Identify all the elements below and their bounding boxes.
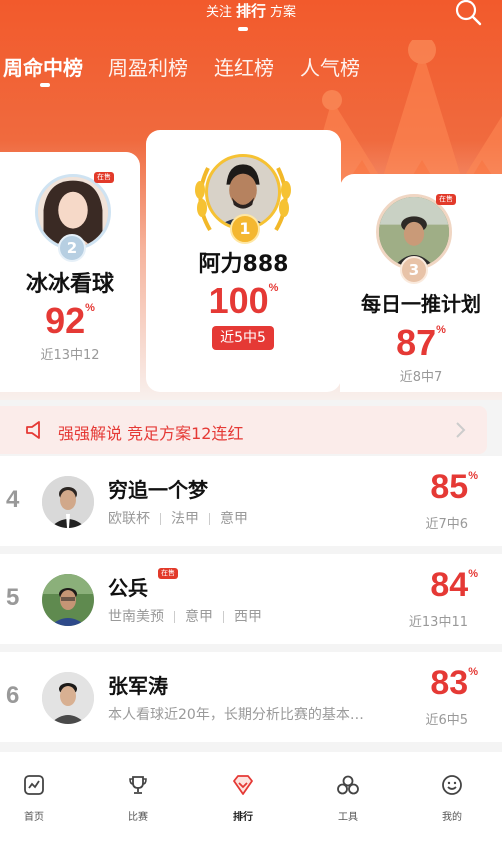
bottom-nav-mine[interactable]: 我的: [422, 774, 482, 823]
bronze-medal-icon: 3: [400, 256, 428, 284]
row-name: 张军涛: [108, 674, 168, 698]
tab-active-indicator: [40, 83, 50, 87]
row-tags: 世南美预 意甲 西甲: [108, 606, 262, 626]
podium-record-badge: 近5中5: [212, 326, 274, 350]
podium-name: 每日一推计划: [361, 292, 481, 316]
podium-card-second[interactable]: 在售 2 冰冰看球 92% 近13中12: [0, 152, 140, 392]
divider: [223, 611, 224, 623]
topnav-rank[interactable]: 排行: [236, 0, 266, 21]
row-tags: 欧联杯 法甲 意甲: [108, 508, 248, 528]
topnav-active-indicator: [238, 27, 248, 31]
top-bar: 关注 排行 方案: [0, 0, 502, 34]
podium-rate: 100%: [208, 280, 279, 321]
tab-streak[interactable]: 连红榜: [214, 52, 274, 81]
podium-card-first[interactable]: 1 阿力888 100% 近5中5: [146, 130, 341, 392]
row-rate: 85%: [430, 468, 478, 506]
bottom-nav-label: 比赛: [128, 812, 148, 823]
search-icon[interactable]: [454, 0, 482, 28]
divider: [160, 513, 161, 525]
league-tag: 法甲: [171, 511, 199, 527]
avatar: [42, 574, 94, 626]
podium-name: 冰冰看球: [25, 272, 114, 297]
topnav-plans[interactable]: 方案: [270, 1, 296, 20]
smile-icon: [442, 775, 462, 795]
gold-medal-icon: 1: [230, 214, 260, 244]
league-tag: 意甲: [185, 609, 213, 625]
rank-gem-icon: [233, 775, 253, 795]
list-item[interactable]: 5 公兵 在售 世南美预 意甲 西甲 84% 近13中11: [0, 554, 502, 644]
speaker-icon: [26, 421, 40, 439]
bottom-nav-label: 工具: [338, 812, 358, 823]
league-tag: 欧联杯: [108, 511, 150, 527]
row-description: 本人看球近20年，长期分析比赛的基本…: [108, 707, 364, 723]
row-name: 穷追一个梦: [108, 478, 208, 502]
avatar: [42, 476, 94, 528]
bottom-nav-rank[interactable]: 排行: [213, 774, 273, 823]
podium-record: 近13中12: [40, 348, 100, 363]
divider: [174, 611, 175, 623]
podium-card-third[interactable]: 在售 3 每日一推计划 87% 近8中7: [340, 174, 502, 392]
rank-number: 5: [6, 584, 20, 611]
tab-weekly-hit[interactable]: 周命中榜: [3, 52, 83, 81]
announcement-bar[interactable]: 强强解说 竞足方案12连红: [0, 406, 487, 454]
divider: [209, 513, 210, 525]
bottom-nav-match[interactable]: 比赛: [108, 774, 168, 823]
tab-weekly-profit[interactable]: 周盈利榜: [108, 52, 188, 81]
podium-name: 阿力888: [198, 252, 289, 277]
onsale-badge: 在售: [158, 568, 178, 579]
bottom-nav-label: 首页: [24, 812, 44, 823]
bottom-nav-label: 我的: [442, 812, 462, 823]
bottom-nav-tools[interactable]: 工具: [318, 774, 378, 823]
row-rate: 84%: [430, 566, 478, 604]
podium-rate: 87%: [396, 322, 446, 363]
onsale-badge: 在售: [436, 194, 456, 205]
row-record: 近7中6: [425, 517, 468, 532]
topnav-follow[interactable]: 关注: [206, 1, 232, 20]
row-record: 近13中11: [408, 615, 468, 630]
row-record: 近6中5: [425, 713, 468, 728]
row-name: 公兵: [108, 576, 148, 600]
rank-number: 6: [6, 682, 20, 709]
list-item[interactable]: 4 穷追一个梦 欧联杯 法甲 意甲 85% 近7中6: [0, 456, 502, 546]
trophy-icon: [129, 776, 147, 794]
league-tag: 意甲: [220, 511, 248, 527]
home-chart-icon: [24, 775, 44, 795]
avatar: [42, 672, 94, 724]
top-segment-nav: 关注 排行 方案: [0, 0, 502, 21]
silver-medal-icon: 2: [58, 234, 86, 262]
row-rate: 83%: [430, 664, 478, 702]
podium-record: 近8中7: [399, 370, 443, 385]
bottom-nav-home[interactable]: 首页: [4, 774, 64, 823]
chevron-right-icon: [456, 422, 466, 438]
league-tag: 西甲: [234, 609, 262, 625]
tools-icon: [337, 775, 359, 795]
podium-rate: 92%: [45, 300, 95, 341]
tab-popularity[interactable]: 人气榜: [300, 52, 360, 81]
bottom-nav-label: 排行: [233, 812, 253, 823]
bottom-nav: 首页 比赛 排行 工具 我的: [0, 752, 502, 849]
list-item[interactable]: 6 张军涛 本人看球近20年，长期分析比赛的基本… 83% 近6中5: [0, 652, 502, 742]
rank-number: 4: [6, 486, 20, 513]
onsale-badge: 在售: [94, 172, 114, 183]
league-tag: 世南美预: [108, 609, 164, 625]
announcement-text: 强强解说 竞足方案12连红: [58, 424, 244, 443]
